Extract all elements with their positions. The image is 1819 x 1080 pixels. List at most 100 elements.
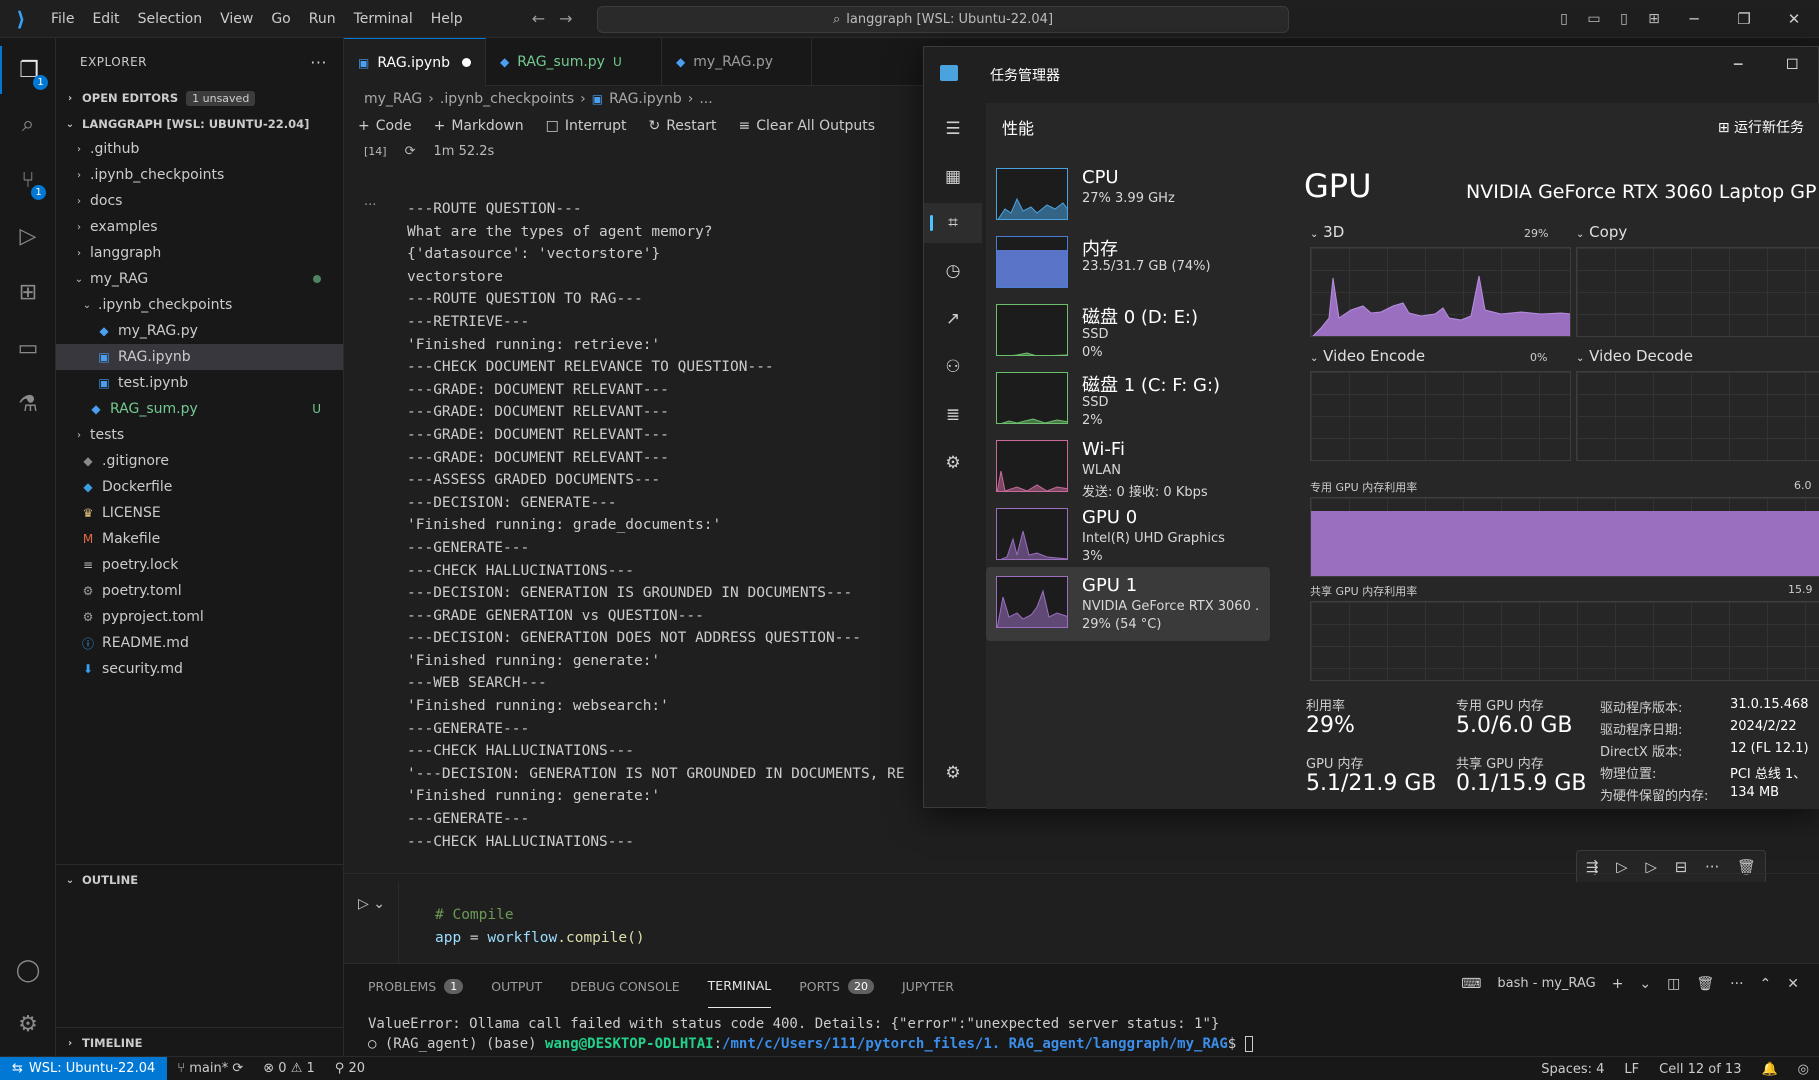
tree-item[interactable]: › .github: [56, 136, 343, 162]
tab-output[interactable]: OUTPUT: [491, 964, 542, 1008]
tab-rag-ipynb[interactable]: ▣ RAG.ipynb: [344, 38, 486, 86]
terminal-name[interactable]: bash - my_RAG: [1497, 976, 1595, 992]
menu-go[interactable]: Go: [262, 0, 299, 38]
tree-item[interactable]: ⚙ pyproject.toml: [56, 604, 343, 630]
output-more-icon[interactable]: ···: [364, 198, 376, 213]
workspace-section[interactable]: ⌄ LANGGRAPH [WSL: UBUNTU-22.04]: [56, 112, 343, 136]
tree-item[interactable]: › tests: [56, 422, 343, 448]
extensions-icon[interactable]: ⊞: [0, 268, 56, 316]
resource-item[interactable]: CPU 27% 3.99 GHz: [986, 159, 1270, 233]
tree-item[interactable]: ◆ RAG_sum.py U: [56, 396, 343, 422]
tree-item[interactable]: › docs: [56, 188, 343, 214]
timeline-section[interactable]: › TIMELINE: [56, 1027, 344, 1058]
new-terminal-icon[interactable]: +: [1612, 976, 1624, 992]
run-cell-button[interactable]: ▷ ⌄: [358, 896, 385, 912]
settings-gear-icon[interactable]: ⚙: [0, 1000, 56, 1048]
toggle-secondary-sidebar-icon[interactable]: ▯: [1609, 11, 1639, 27]
restore-icon[interactable]: ❐: [1719, 10, 1769, 28]
run-new-task-button[interactable]: ⊞ 运行新任务: [1718, 117, 1804, 137]
remote-indicator[interactable]: ⇆ WSL: Ubuntu-22.04: [0, 1056, 168, 1080]
toggle-panel-icon[interactable]: ▭: [1579, 11, 1609, 27]
breadcrumb-item[interactable]: RAG.ipynb: [609, 91, 682, 107]
engine-encode-label[interactable]: ⌄ Video Encode: [1310, 347, 1425, 365]
kill-terminal-icon[interactable]: 🗑: [1696, 976, 1714, 992]
engine-3d-label[interactable]: ⌄ 3D: [1310, 223, 1344, 241]
performance-icon[interactable]: ⌗: [924, 203, 982, 243]
tab-rag-sum-py[interactable]: ◆ RAG_sum.py U: [486, 38, 662, 86]
copilot-icon[interactable]: ◎: [1788, 1062, 1819, 1077]
services-icon[interactable]: ⚙: [924, 443, 982, 483]
outline-section[interactable]: ⌄ OUTLINE: [56, 864, 344, 895]
tree-item[interactable]: › examples: [56, 214, 343, 240]
tab-debug-console[interactable]: DEBUG CONSOLE: [570, 964, 679, 1008]
tree-item[interactable]: ⌄ my_RAG: [56, 266, 343, 292]
back-arrow-icon[interactable]: ←: [532, 9, 545, 28]
tab-my-rag-py[interactable]: ◆ my_RAG.py: [662, 38, 812, 86]
minimize-icon[interactable]: ─: [1734, 57, 1742, 73]
remote-explorer-icon[interactable]: ▭: [0, 324, 56, 372]
resource-item[interactable]: 磁盘 1 (C: F: G:) SSD 2%: [986, 363, 1270, 437]
close-panel-icon[interactable]: ✕: [1787, 976, 1799, 992]
add-code-button[interactable]: + Code: [358, 118, 412, 134]
run-debug-icon[interactable]: ▷: [0, 212, 56, 260]
engine-copy-label[interactable]: ⌄ Copy: [1576, 223, 1627, 241]
forward-arrow-icon[interactable]: →: [559, 9, 572, 28]
problems-indicator[interactable]: ⊗ 0 ⚠ 1: [253, 1061, 325, 1076]
menu-run[interactable]: Run: [300, 0, 345, 38]
menu-edit[interactable]: Edit: [83, 0, 128, 38]
minimize-icon[interactable]: ─: [1669, 10, 1719, 28]
chevron-down-icon[interactable]: ⌄: [1639, 976, 1651, 992]
menu-selection[interactable]: Selection: [129, 0, 212, 38]
explorer-icon[interactable]: ❐ 1: [0, 46, 56, 94]
resource-item[interactable]: 磁盘 0 (D: E:) SSD 0%: [986, 295, 1270, 369]
tree-item[interactable]: M Makefile: [56, 526, 343, 552]
close-icon[interactable]: ✕: [1769, 10, 1819, 28]
branch-indicator[interactable]: ⑂ main* ⟳: [167, 1061, 253, 1076]
ports-indicator[interactable]: ⚲ 20: [325, 1061, 375, 1076]
engine-decode-label[interactable]: ⌄ Video Decode: [1576, 347, 1693, 365]
tree-item[interactable]: ⚙ poetry.toml: [56, 578, 343, 604]
add-markdown-button[interactable]: + Markdown: [434, 118, 524, 134]
settings-gear-icon[interactable]: ⚙: [924, 753, 982, 793]
tree-item[interactable]: ▣ test.ipynb: [56, 370, 343, 396]
resource-item[interactable]: Wi-Fi WLAN 发送: 0 接收: 0 Kbps: [986, 431, 1270, 505]
resource-item[interactable]: 内存 23.5/31.7 GB (74%): [986, 227, 1270, 301]
unsaved-dot-icon[interactable]: [461, 58, 471, 67]
split-terminal-icon[interactable]: ◫: [1667, 976, 1680, 992]
app-history-icon[interactable]: ◷: [924, 251, 982, 291]
indentation-indicator[interactable]: Spaces: 4: [1531, 1062, 1614, 1077]
tree-item[interactable]: ⬇ security.md: [56, 656, 343, 682]
maximize-icon[interactable]: ☐: [1786, 57, 1799, 73]
startup-apps-icon[interactable]: ↗: [924, 299, 982, 339]
tree-item[interactable]: ◆ .gitignore: [56, 448, 343, 474]
tree-item[interactable]: ≡ poetry.lock: [56, 552, 343, 578]
restart-button[interactable]: ↻ Restart: [648, 118, 716, 134]
hamburger-menu-icon[interactable]: ☰: [924, 109, 982, 149]
open-editors-section[interactable]: › OPEN EDITORS 1 unsaved: [56, 86, 343, 110]
source-control-icon[interactable]: ⑂ 1: [0, 156, 56, 204]
menu-terminal[interactable]: Terminal: [345, 0, 422, 38]
menu-help[interactable]: Help: [422, 0, 472, 38]
menu-file[interactable]: File: [42, 0, 83, 38]
customize-layout-icon[interactable]: ⊞: [1639, 11, 1669, 27]
tab-problems[interactable]: PROBLEMS 1: [368, 964, 464, 1008]
notifications-bell-icon[interactable]: 🔔: [1751, 1062, 1787, 1077]
tree-item[interactable]: ♛ LICENSE: [56, 500, 343, 526]
tree-item[interactable]: ◆ my_RAG.py: [56, 318, 343, 344]
breadcrumb-item[interactable]: my_RAG: [364, 91, 422, 107]
terminal-output[interactable]: ValueError: Ollama call failed with stat…: [368, 1014, 1253, 1054]
account-icon[interactable]: ◯: [0, 946, 56, 994]
users-icon[interactable]: ⚇: [924, 347, 982, 387]
breadcrumb-item[interactable]: ...: [699, 91, 712, 107]
command-center[interactable]: ⌕ langgraph [WSL: Ubuntu-22.04]: [597, 6, 1289, 33]
code-editor[interactable]: # Compile app = workflow.compile(): [398, 882, 1808, 964]
resource-item[interactable]: GPU 0 Intel(R) UHD Graphics 3%: [986, 499, 1270, 573]
tab-jupyter[interactable]: JUPYTER: [902, 964, 954, 1008]
tree-item[interactable]: ◆ Dockerfile: [56, 474, 343, 500]
tree-item[interactable]: › langgraph: [56, 240, 343, 266]
more-actions-icon[interactable]: ···: [310, 53, 327, 72]
tab-terminal[interactable]: TERMINAL: [707, 964, 772, 1008]
tab-ports[interactable]: PORTS 20: [799, 964, 874, 1008]
tree-item[interactable]: ⓘ README.md: [56, 630, 343, 656]
search-icon[interactable]: ⌕: [0, 100, 56, 148]
